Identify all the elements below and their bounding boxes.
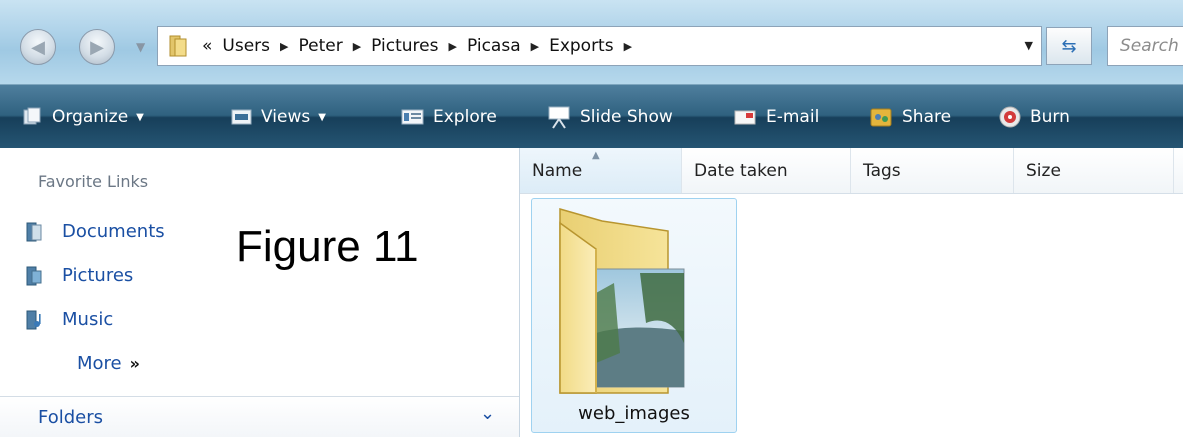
figure-caption: Figure 11	[236, 222, 419, 271]
sidebar-item-pictures[interactable]: Pictures	[26, 265, 133, 286]
column-header-name[interactable]: ▲ Name	[520, 148, 682, 193]
column-header-tags[interactable]: Tags	[851, 148, 1014, 193]
refresh-icon: ⇆	[1061, 35, 1077, 57]
file-list-pane: ▲ Name Date taken Tags Size web_images	[520, 148, 1183, 437]
folders-header[interactable]: Folders ⌄	[0, 396, 519, 437]
search-input[interactable]: Search	[1107, 26, 1183, 66]
sidebar-item-label: Documents	[62, 221, 165, 242]
organize-button[interactable]: Organize ▼	[22, 85, 144, 149]
organize-icon	[23, 107, 41, 125]
sidebar-item-music[interactable]: Music	[26, 309, 113, 330]
email-icon	[734, 110, 756, 125]
share-button[interactable]: Share	[870, 85, 951, 149]
pictures-icon	[26, 266, 42, 285]
back-arrow-icon: ◀	[31, 36, 45, 58]
column-header-date-taken[interactable]: Date taken	[682, 148, 851, 193]
folder-with-photo-icon	[559, 208, 685, 394]
command-bar: Organize ▼ Views ▼ Explore Slide Show E-…	[0, 84, 1183, 148]
search-placeholder: Search	[1120, 36, 1179, 56]
explore-label: Explore	[433, 107, 497, 127]
slideshow-label: Slide Show	[580, 107, 673, 127]
breadcrumb-users[interactable]: Users	[222, 36, 270, 56]
email-label: E-mail	[766, 107, 820, 127]
folders-label: Folders	[38, 407, 104, 428]
breadcrumb-overflow[interactable]: «	[202, 36, 212, 56]
breadcrumb-exports[interactable]: Exports	[549, 36, 614, 56]
more-links-button[interactable]: More »	[77, 353, 140, 374]
organize-label: Organize	[52, 107, 129, 127]
folder-icon	[169, 35, 187, 57]
sidebar-item-label: Pictures	[62, 265, 134, 286]
column-header-label: Date taken	[694, 160, 788, 181]
address-bar[interactable]: « Users ▶ Peter ▶ Pictures ▶ Picasa ▶ Ex…	[157, 26, 1042, 66]
slideshow-button[interactable]: Slide Show	[546, 85, 673, 149]
folder-name: web_images	[578, 403, 690, 424]
share-icon	[870, 108, 892, 127]
address-toolbar: ◀ ▶ ▼ « Users ▶ Peter ▶ Pictures ▶ Picas…	[0, 0, 1183, 84]
views-button[interactable]: Views ▼	[231, 85, 326, 149]
folder-item[interactable]: web_images	[531, 198, 737, 433]
breadcrumb-pictures[interactable]: Pictures	[371, 36, 438, 56]
column-header-label: Tags	[863, 160, 901, 181]
breadcrumb-separator-icon[interactable]: ▶	[280, 40, 288, 53]
more-label: More	[77, 353, 122, 374]
breadcrumb-separator-icon[interactable]: ▶	[449, 40, 457, 53]
chevron-down-icon: ⌄	[480, 403, 496, 424]
music-icon	[26, 310, 41, 329]
burn-label: Burn	[1030, 107, 1070, 127]
double-chevron-icon: »	[129, 354, 140, 373]
explore-icon	[401, 109, 424, 125]
column-header-row: ▲ Name Date taken Tags Size	[520, 148, 1183, 194]
slideshow-icon	[548, 106, 570, 129]
address-dropdown-icon[interactable]: ▼	[1025, 39, 1033, 52]
column-header-label: Name	[532, 160, 583, 181]
views-icon	[231, 109, 252, 125]
documents-icon	[26, 222, 42, 241]
breadcrumb: « Users ▶ Peter ▶ Pictures ▶ Picasa ▶ Ex…	[202, 27, 642, 65]
recent-pages-dropdown-icon[interactable]: ▼	[136, 40, 145, 54]
breadcrumb-picasa[interactable]: Picasa	[467, 36, 521, 56]
breadcrumb-peter[interactable]: Peter	[298, 36, 342, 56]
chevron-down-icon: ▼	[318, 111, 326, 123]
column-header-size[interactable]: Size	[1014, 148, 1174, 193]
column-header-label: Size	[1026, 160, 1061, 181]
sidebar-item-documents[interactable]: Documents	[26, 221, 165, 242]
breadcrumb-separator-icon[interactable]: ▶	[531, 40, 539, 53]
explore-button[interactable]: Explore	[401, 85, 497, 149]
views-label: Views	[261, 107, 311, 127]
burn-button[interactable]: Burn	[998, 85, 1070, 149]
back-button[interactable]: ◀	[20, 29, 56, 65]
breadcrumb-separator-icon[interactable]: ▶	[624, 40, 632, 53]
burn-icon	[999, 106, 1021, 128]
refresh-button[interactable]: ⇆	[1046, 27, 1092, 65]
forward-arrow-icon: ▶	[90, 36, 104, 58]
forward-button[interactable]: ▶	[79, 29, 115, 65]
sidebar-item-label: Music	[62, 309, 114, 330]
navigation-pane: Favorite Links Documents Pictures Music …	[0, 148, 520, 437]
email-button[interactable]: E-mail	[734, 85, 819, 149]
breadcrumb-separator-icon[interactable]: ▶	[353, 40, 361, 53]
favorite-links-heading: Favorite Links	[38, 172, 149, 191]
chevron-down-icon: ▼	[136, 111, 144, 123]
sort-ascending-icon: ▲	[592, 150, 600, 161]
share-label: Share	[902, 107, 952, 127]
